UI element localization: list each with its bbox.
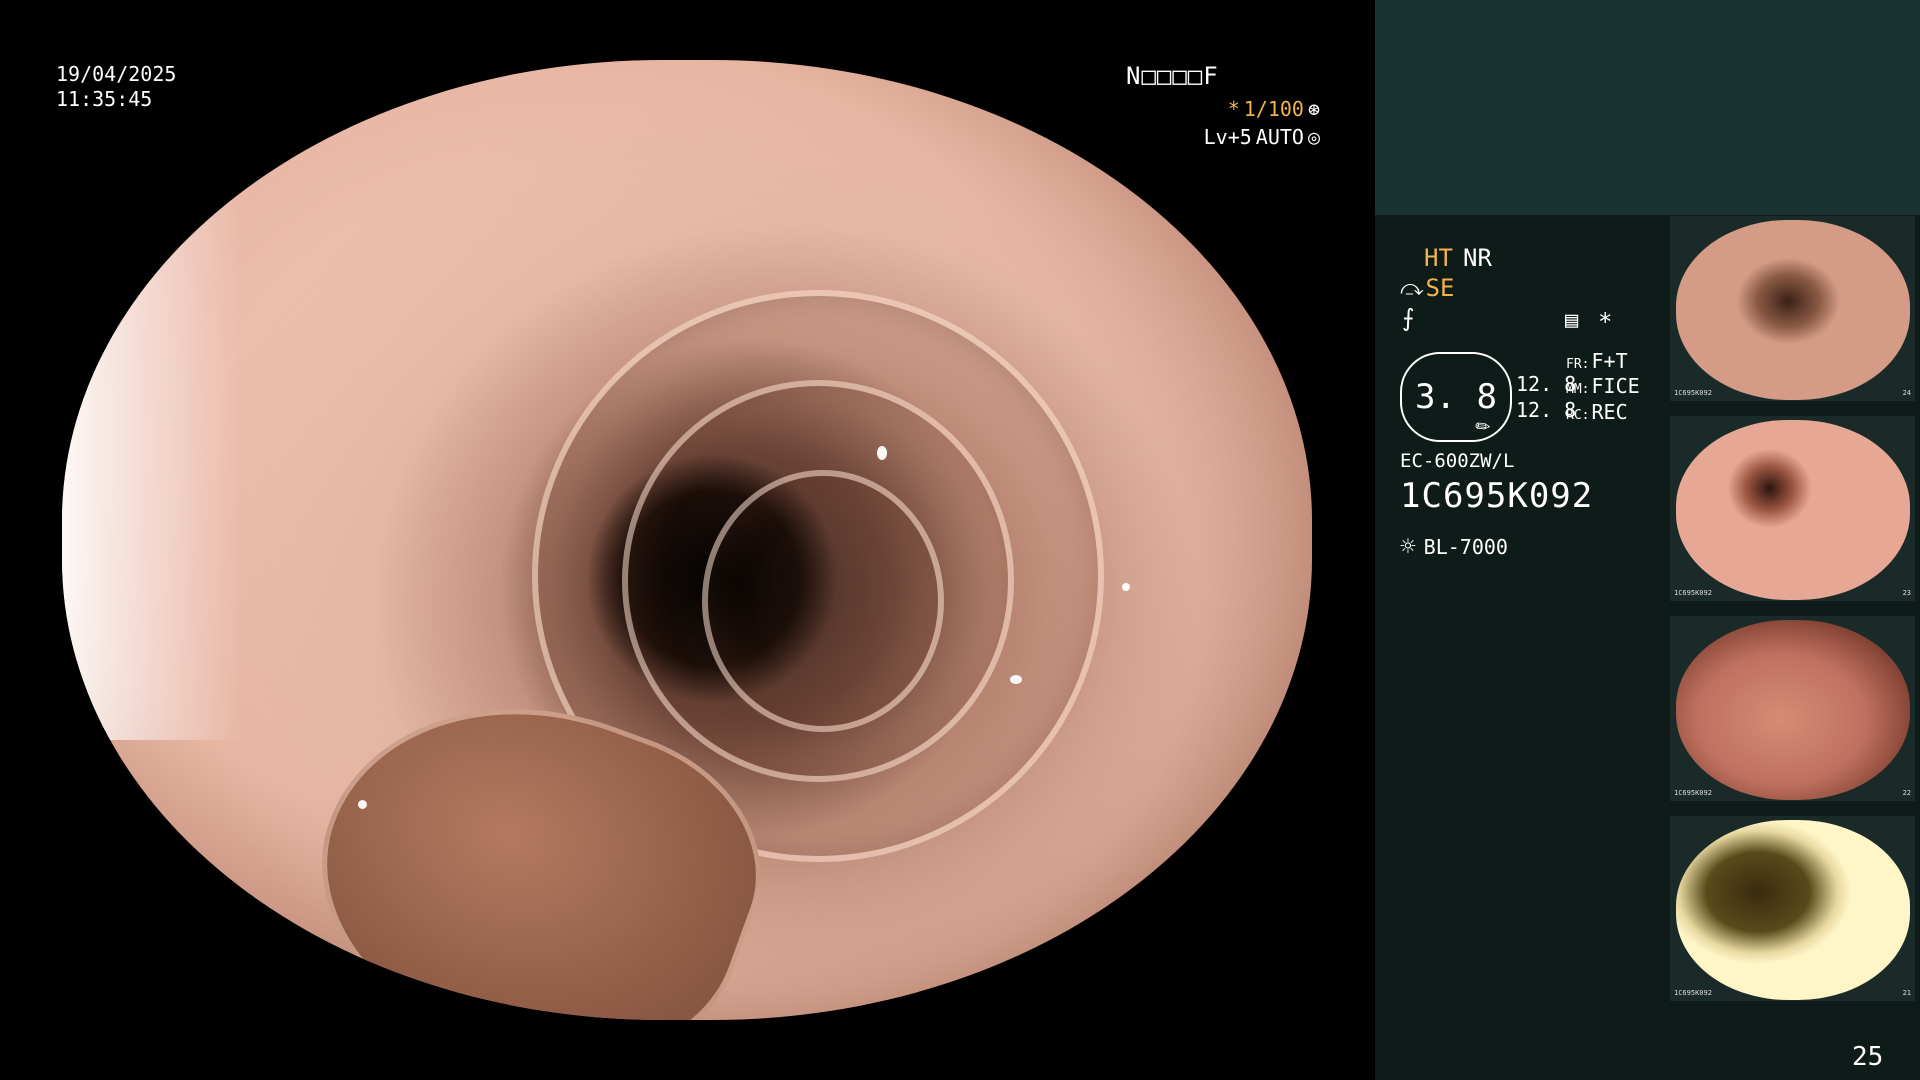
thumbnail-4[interactable]: 1C695K092 21 <box>1670 816 1915 1001</box>
lamp-icon: ☼ <box>1400 532 1416 562</box>
scope-model: EC-600ZW/L <box>1400 450 1515 472</box>
specular-glare <box>1010 675 1022 684</box>
mm-label: MM: <box>1566 382 1590 397</box>
specular-glare <box>877 446 887 460</box>
iris-icon: ◎ <box>1307 125 1320 149</box>
thumbnail-1[interactable]: 1C695K092 24 <box>1670 216 1915 401</box>
thumbnail-count: 21 <box>1902 989 1911 997</box>
rc-label: RC: <box>1566 408 1590 423</box>
page-number: 25 <box>1852 1042 1884 1072</box>
mode-nr: NR <box>1463 244 1492 272</box>
thumbnail-image <box>1676 820 1910 1000</box>
date-text: 19/04/2025 <box>56 62 177 86</box>
status-code: N□□□□F <box>1126 62 1219 90</box>
shutter-prefix: * <box>1227 97 1240 121</box>
thumbnail-count: 22 <box>1902 789 1911 797</box>
thumbnail-caption: 1C695K092 <box>1674 389 1712 397</box>
fr-value: F+T <box>1591 349 1628 373</box>
shutter-value: 1/100 <box>1243 97 1304 121</box>
scope-curve-icon: ⤼ <box>1400 275 1424 301</box>
endoscope-view <box>62 60 1312 1020</box>
specular-glare <box>1182 860 1194 872</box>
aperture-icon: ⊛ <box>1307 97 1320 121</box>
specular-glare <box>358 800 367 809</box>
fr-row: FR: F+T <box>1566 349 1628 373</box>
rc-row: RC: REC <box>1566 400 1628 424</box>
memory-grid-icon: ▤ <box>1565 308 1579 333</box>
mucosal-fold-inner <box>702 470 944 732</box>
shutter-readout: * 1/100 ⊛ <box>1228 97 1320 121</box>
thumbnail-caption: 1C695K092 <box>1674 989 1712 997</box>
date-time-readout: 19/04/2025 11:35:45 <box>56 62 176 112</box>
thumbnail-count: 24 <box>1902 389 1911 397</box>
time-text: 11:35:45 <box>56 87 153 111</box>
panel-header <box>1375 0 1920 215</box>
level-mode: AUTO <box>1255 125 1304 149</box>
mode-ht: HT <box>1424 244 1453 272</box>
thumbnail-image <box>1676 220 1910 400</box>
thumbnail-2[interactable]: 1C695K092 23 <box>1670 416 1915 601</box>
light-source-row: ☼ BL-7000 <box>1400 532 1508 562</box>
side-light-glare <box>62 180 242 740</box>
thumbnail-3[interactable]: 1C695K092 22 <box>1670 616 1915 801</box>
thumbnail-count: 23 <box>1902 589 1911 597</box>
se-label: SE <box>1425 274 1455 302</box>
scope-serial: 1C695K092 <box>1400 476 1594 516</box>
light-source: BL-7000 <box>1423 535 1508 559</box>
freeze-icon: ⨍ <box>1402 304 1415 332</box>
gauge-value: 3. 8 <box>1415 377 1497 417</box>
magnification-gauge: 3. 8 <box>1400 352 1512 442</box>
mm-value: FICE <box>1591 374 1640 398</box>
fr-label: FR: <box>1566 357 1590 372</box>
asterisk-icon: * <box>1598 308 1613 336</box>
mm-row: MM: FICE <box>1566 374 1640 398</box>
thumbnail-image <box>1676 420 1910 600</box>
specular-glare <box>1122 583 1130 591</box>
rc-value: REC <box>1591 400 1628 424</box>
level-readout: Lv+5 AUTO ◎ <box>1204 125 1320 149</box>
thumbnail-image <box>1676 620 1910 800</box>
se-row: ⤼ SE <box>1400 274 1454 302</box>
level-value: Lv+5 <box>1203 125 1252 149</box>
thumbnail-caption: 1C695K092 <box>1674 789 1712 797</box>
thumbnail-caption: 1C695K092 <box>1674 589 1712 597</box>
